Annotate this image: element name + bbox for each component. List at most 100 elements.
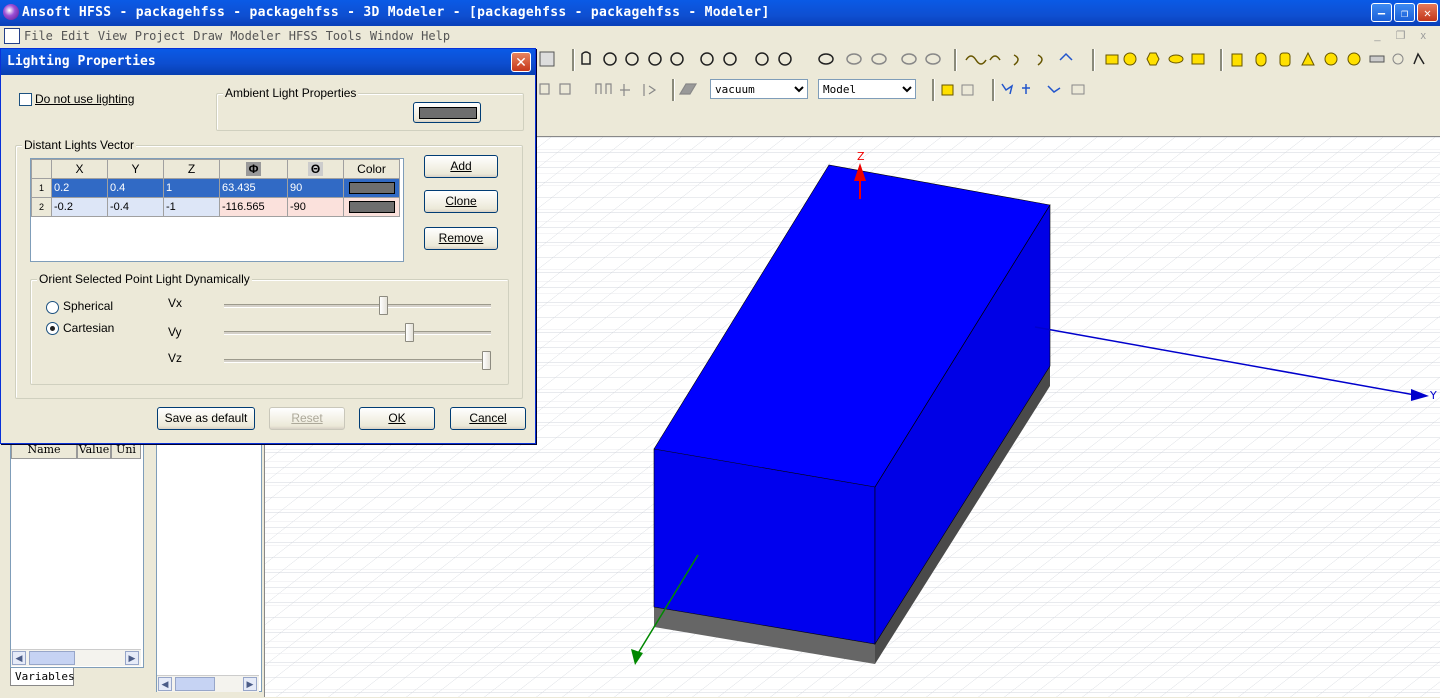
dialog-close-button[interactable]: ✕: [511, 52, 531, 72]
cell-z[interactable]: -1: [163, 197, 220, 217]
vy-label: Vy: [168, 325, 182, 339]
reset-label: Reset: [291, 411, 323, 425]
table-row[interactable]: 1 0.2 0.4 1 63.435 90: [31, 178, 400, 198]
menu-item-tools[interactable]: Tools: [326, 29, 362, 43]
cell-x[interactable]: -0.2: [51, 197, 108, 217]
table-row[interactable]: 2 -0.2 -0.4 -1 -116.565 -90: [31, 197, 400, 217]
minimize-button[interactable]: –: [1371, 3, 1392, 22]
menu-bar: File Edit View Project Draw Modeler HFSS Tools W…: [0, 26, 1440, 46]
toolbar-separator: [932, 79, 935, 101]
model-select[interactable]: Model: [818, 79, 916, 99]
cancel-label: Cancel: [469, 411, 507, 425]
variables-tab[interactable]: Variables: [10, 668, 75, 686]
cancel-button[interactable]: Cancel: [450, 407, 526, 430]
toolbar-icons-row1[interactable]: [536, 46, 1440, 74]
document-icon[interactable]: [4, 28, 20, 44]
scroll-right-icon[interactable]: ▶: [243, 677, 257, 691]
ambient-color-button[interactable]: [413, 102, 481, 123]
toolbar-row-1: [536, 46, 1440, 74]
menu-item-draw[interactable]: Draw: [193, 29, 222, 43]
no-lighting-label[interactable]: Do not use lighting: [35, 92, 134, 106]
ambient-group-label: Ambient Light Properties: [223, 86, 359, 100]
variables-hscroll[interactable]: ◀ ▶: [11, 649, 141, 666]
save-as-default-label: Save as default: [164, 411, 248, 425]
distant-lights-grid[interactable]: X Y Z Φ Θ Color 1 0.2 0.4 1 63.435 90 2 …: [30, 158, 404, 262]
grid-col-theta-label: Θ: [307, 162, 324, 176]
cell-y[interactable]: 0.4: [107, 178, 164, 198]
cell-theta[interactable]: -90: [287, 197, 344, 217]
menu-item-help[interactable]: Help: [421, 29, 450, 43]
toolbar-separator: [1220, 49, 1223, 71]
grid-col-theta[interactable]: Θ: [287, 159, 344, 179]
menu-items: File Edit View Project Draw Modeler HFSS Tools W…: [24, 29, 458, 43]
cell-y[interactable]: -0.4: [107, 197, 164, 217]
reset-button[interactable]: Reset: [269, 407, 345, 430]
spherical-radio[interactable]: [46, 301, 59, 314]
menu-item-edit[interactable]: Edit: [61, 29, 90, 43]
ambient-color-swatch: [419, 107, 477, 119]
ok-label: OK: [388, 411, 406, 425]
menu-item-file[interactable]: File: [24, 29, 53, 43]
cell-x[interactable]: 0.2: [51, 178, 108, 198]
mdi-controls[interactable]: _ ❐ x: [1374, 29, 1432, 42]
restore-button[interactable]: ❐: [1394, 3, 1415, 22]
toolbar-icons-row2[interactable]: [536, 76, 1096, 104]
y-axis-label: Y: [1429, 389, 1437, 402]
vy-slider-thumb[interactable]: [404, 323, 414, 342]
scroll-left-icon[interactable]: ◀: [12, 651, 26, 665]
grid-col-color[interactable]: Color: [343, 159, 400, 179]
grid-corner: [31, 159, 52, 179]
z-axis-label: Z: [857, 150, 865, 163]
menu-item-hfss[interactable]: HFSS: [289, 29, 318, 43]
distant-group-label: Distant Lights Vector: [22, 138, 137, 152]
add-button-label: Add: [450, 159, 472, 173]
grid-col-z[interactable]: Z: [163, 159, 220, 179]
toolbar-row-2: vacuum Model: [536, 76, 1440, 104]
cell-theta[interactable]: 90: [287, 178, 344, 198]
ok-button[interactable]: OK: [359, 407, 435, 430]
cell-phi[interactable]: -116.565: [219, 197, 288, 217]
lighting-properties-dialog: Lighting Properties ✕ Do not use lightin…: [0, 48, 536, 444]
cell-phi[interactable]: 63.435: [219, 178, 288, 198]
scroll-thumb[interactable]: [175, 677, 215, 691]
menu-item-project[interactable]: Project: [135, 29, 186, 43]
cell-color[interactable]: [343, 197, 400, 217]
row-index: 2: [31, 197, 52, 217]
grid-col-x[interactable]: X: [51, 159, 108, 179]
secondary-panel: ◀ ▶: [156, 440, 262, 692]
scroll-thumb[interactable]: [29, 651, 75, 665]
vx-slider-track[interactable]: [224, 304, 491, 308]
vx-slider-thumb[interactable]: [378, 296, 388, 315]
secondary-hscroll[interactable]: ◀ ▶: [157, 675, 259, 692]
grid-col-phi-label: Φ: [245, 162, 262, 176]
menu-item-window[interactable]: Window: [370, 29, 413, 43]
menu-item-modeler[interactable]: Modeler: [230, 29, 281, 43]
no-lighting-checkbox[interactable]: [19, 93, 32, 106]
cell-z[interactable]: 1: [163, 178, 220, 198]
vz-slider-thumb[interactable]: [482, 351, 491, 370]
vy-slider-track[interactable]: [224, 331, 491, 335]
vz-label: Vz: [168, 351, 183, 365]
grid-col-y[interactable]: Y: [107, 159, 164, 179]
toolbar-separator: [1092, 49, 1095, 71]
menu-item-view[interactable]: View: [98, 29, 127, 43]
material-select[interactable]: vacuum: [710, 79, 808, 99]
cell-color[interactable]: [343, 178, 400, 198]
cartesian-radio[interactable]: [46, 322, 59, 335]
vz-slider-track[interactable]: [224, 359, 491, 363]
scroll-left-icon[interactable]: ◀: [158, 677, 172, 691]
remove-button[interactable]: Remove: [424, 227, 498, 250]
spherical-label[interactable]: Spherical: [63, 299, 113, 313]
add-button[interactable]: Add: [424, 155, 498, 178]
orient-group-label: Orient Selected Point Light Dynamically: [37, 272, 252, 286]
scroll-right-icon[interactable]: ▶: [125, 651, 139, 665]
light-color-swatch: [348, 201, 395, 213]
grid-col-phi[interactable]: Φ: [219, 159, 288, 179]
toolbar-separator: [992, 79, 995, 101]
cartesian-label[interactable]: Cartesian: [63, 321, 114, 335]
close-button[interactable]: ✕: [1417, 3, 1438, 22]
clone-button[interactable]: Clone: [424, 190, 498, 213]
row-index: 1: [31, 178, 52, 198]
variables-panel: Name Value Uni ◀ ▶: [10, 440, 144, 668]
save-as-default-button[interactable]: Save as default: [157, 407, 255, 430]
